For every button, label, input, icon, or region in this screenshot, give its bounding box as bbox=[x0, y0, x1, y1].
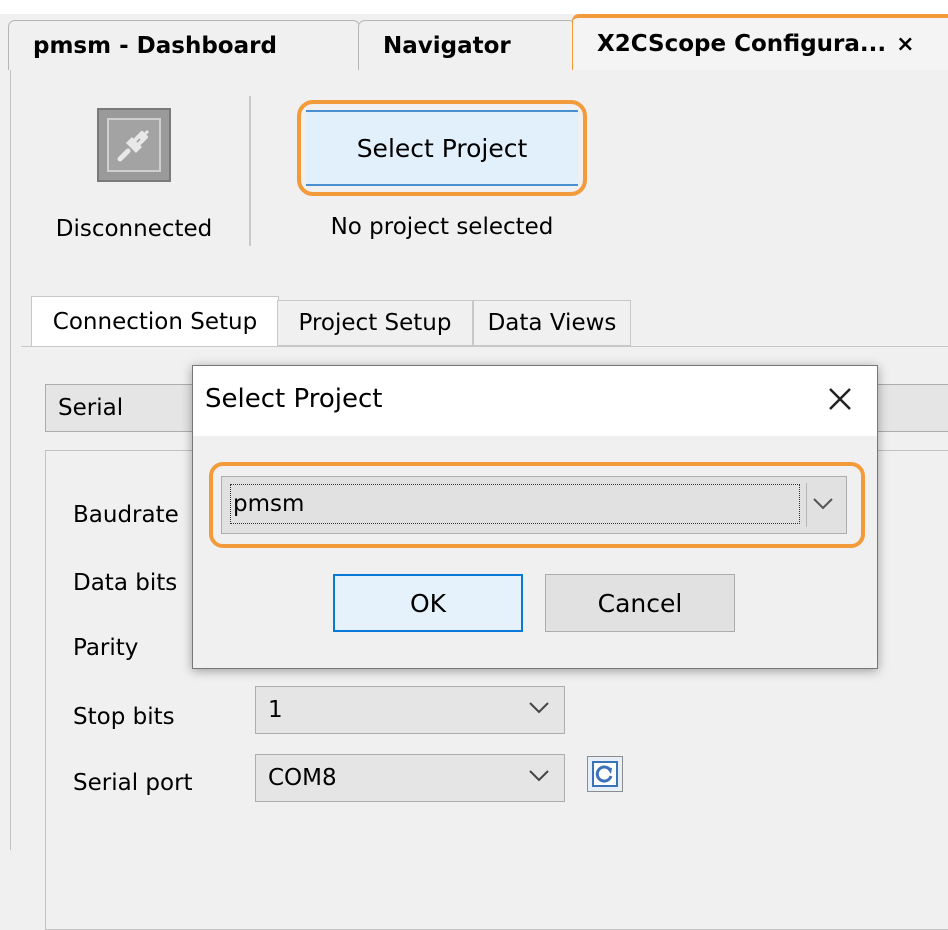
connection-status-text: Disconnected bbox=[55, 216, 213, 242]
stop-bits-value: 1 bbox=[268, 697, 283, 723]
dialog-title: Select Project bbox=[205, 384, 383, 414]
tab-x2cscope-configuration[interactable]: X2CScope Configura... × bbox=[572, 14, 948, 70]
tab-content-border bbox=[21, 346, 948, 347]
chevron-down-icon bbox=[813, 498, 833, 510]
toolbar-divider bbox=[249, 96, 251, 246]
refresh-icon bbox=[592, 761, 618, 787]
select-project-button[interactable]: Select Project bbox=[306, 110, 578, 186]
plug-icon bbox=[107, 118, 161, 172]
tab-dashboard[interactable]: pmsm - Dashboard bbox=[8, 20, 360, 70]
select-project-dialog: Select Project pmsm OK Cancel bbox=[192, 365, 878, 669]
serial-port-select[interactable]: COM8 bbox=[255, 754, 565, 802]
serial-port-value: COM8 bbox=[268, 765, 337, 791]
cancel-button[interactable]: Cancel bbox=[545, 574, 735, 632]
refresh-ports-button[interactable] bbox=[587, 756, 623, 792]
data-bits-label: Data bits bbox=[73, 570, 178, 596]
chevron-down-icon bbox=[529, 770, 549, 782]
connection-status-block: Disconnected bbox=[41, 108, 227, 242]
stop-bits-select[interactable]: 1 bbox=[255, 686, 565, 734]
dialog-titlebar: Select Project bbox=[193, 366, 877, 436]
select-project-highlight: Select Project bbox=[297, 100, 587, 196]
tab-project-setup[interactable]: Project Setup bbox=[277, 300, 473, 346]
window-top-strip bbox=[0, 0, 948, 14]
project-select-highlight: pmsm bbox=[209, 462, 865, 548]
tab-x2cscope-label: X2CScope Configura... bbox=[597, 31, 887, 57]
tab-close-icon[interactable]: × bbox=[896, 32, 914, 57]
select-divider bbox=[806, 483, 807, 527]
stop-bits-label: Stop bits bbox=[73, 704, 175, 730]
serial-port-label: Serial port bbox=[73, 770, 193, 796]
baudrate-label: Baudrate bbox=[73, 502, 179, 528]
project-select[interactable]: pmsm bbox=[221, 476, 847, 534]
tab-navigator[interactable]: Navigator bbox=[358, 20, 576, 70]
parity-label: Parity bbox=[73, 635, 139, 661]
ok-button[interactable]: OK bbox=[333, 574, 523, 632]
chevron-down-icon bbox=[529, 702, 549, 714]
tab-navigator-label: Navigator bbox=[383, 32, 511, 59]
disconnected-plug-icon[interactable] bbox=[97, 108, 171, 182]
interface-select-value: Serial bbox=[58, 395, 124, 421]
project-select-value: pmsm bbox=[230, 484, 800, 524]
editor-tab-bar: pmsm - Dashboard Navigator X2CScope Conf… bbox=[0, 14, 948, 70]
tab-connection-setup[interactable]: Connection Setup bbox=[31, 296, 279, 346]
tab-dashboard-label: pmsm - Dashboard bbox=[33, 32, 277, 59]
close-icon[interactable] bbox=[823, 382, 857, 416]
tab-data-views[interactable]: Data Views bbox=[473, 300, 631, 346]
project-status-text: No project selected bbox=[330, 214, 554, 240]
